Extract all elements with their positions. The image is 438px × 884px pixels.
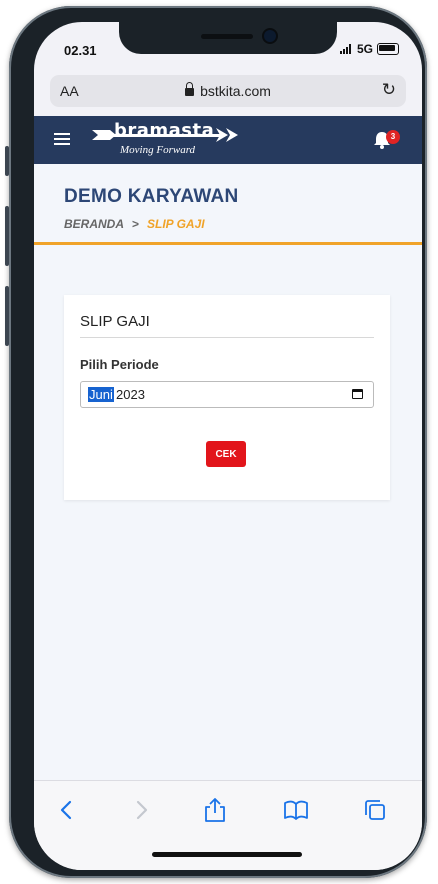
reload-icon[interactable]: ↻ — [382, 80, 396, 100]
page-title: DEMO KARYAWAN — [64, 186, 239, 207]
breadcrumb: BERANDA > SLIP GAJI — [64, 217, 205, 231]
battery-icon — [377, 43, 399, 55]
status-time: 02.31 — [64, 43, 97, 58]
breadcrumb-separator: > — [132, 217, 140, 231]
front-camera — [264, 30, 276, 42]
url-display[interactable]: bstkita.com — [50, 82, 406, 99]
bookmarks-icon[interactable] — [283, 797, 309, 823]
site-navbar: bramasta Moving Forward 3 — [34, 116, 422, 164]
network-type: 5G — [357, 42, 374, 56]
lock-icon — [185, 82, 195, 96]
tabs-icon[interactable] — [362, 797, 388, 823]
url-text: bstkita.com — [200, 83, 271, 99]
breadcrumb-home[interactable]: BERANDA — [64, 217, 124, 231]
cek-button[interactable]: CEK — [206, 441, 246, 467]
slip-gaji-card: SLIP GAJI Pilih Periode Juni 2023 CEK — [64, 295, 390, 500]
speaker — [201, 34, 253, 39]
page-header: DEMO KARYAWAN BERANDA > SLIP GAJI — [34, 164, 422, 245]
period-year-segment[interactable]: 2023 — [116, 387, 145, 402]
main-content: SLIP GAJI Pilih Periode Juni 2023 CEK — [34, 245, 422, 780]
card-title: SLIP GAJI — [80, 313, 150, 330]
period-month-segment[interactable]: Juni — [88, 387, 114, 402]
phone-screen: 02.31 5G AA bstkita.com ↻ bramasta Movin… — [34, 22, 422, 870]
card-divider — [80, 337, 374, 338]
calendar-icon[interactable] — [352, 389, 363, 399]
breadcrumb-current: SLIP GAJI — [147, 217, 205, 231]
signal-icon — [340, 44, 354, 54]
notification-badge[interactable]: 3 — [386, 130, 400, 144]
notch — [119, 22, 337, 54]
share-icon[interactable] — [202, 797, 228, 823]
site-logo[interactable]: bramasta Moving Forward — [90, 120, 250, 160]
address-bar[interactable]: AA bstkita.com ↻ — [50, 75, 406, 107]
period-month-input[interactable]: Juni 2023 — [80, 381, 374, 408]
logo-text: bramasta — [114, 120, 215, 141]
period-label: Pilih Periode — [80, 357, 159, 372]
browser-toolbar — [34, 780, 422, 870]
mute-switch — [5, 146, 9, 176]
home-indicator[interactable] — [152, 852, 302, 857]
menu-icon[interactable] — [54, 133, 70, 146]
volume-down-button — [5, 286, 9, 346]
volume-up-button — [5, 206, 9, 266]
forward-icon[interactable] — [128, 797, 154, 823]
back-icon[interactable] — [54, 797, 80, 823]
logo-tagline: Moving Forward — [120, 144, 196, 156]
